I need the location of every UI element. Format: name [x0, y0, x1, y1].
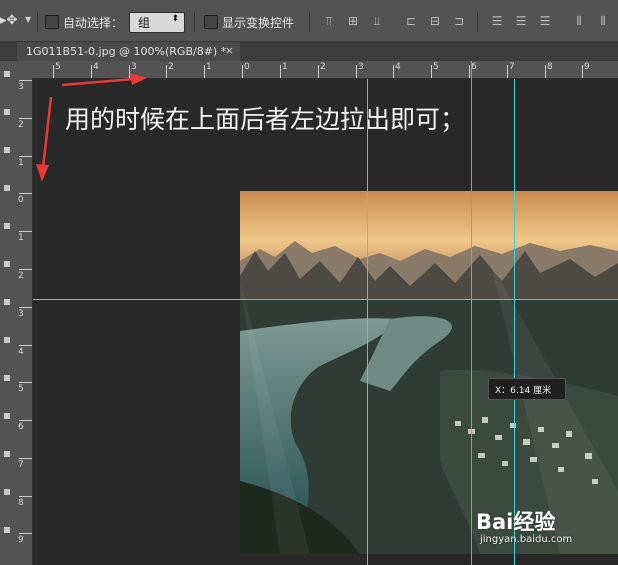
dropdown-arrows-icon: ⬍ — [171, 14, 179, 24]
vertical-guide[interactable] — [367, 79, 368, 565]
landscape-photo-art — [240, 191, 618, 554]
ruler-label: 0 — [18, 195, 24, 205]
auto-select-label: 自动选择： — [63, 16, 124, 30]
blur-tool-icon[interactable] — [4, 527, 10, 533]
distribute-vertical-center-icon[interactable]: ☰ — [514, 14, 528, 28]
document-tab-title: 1G011B51-0.jpg @ 100%(RGB/8#) * — [26, 45, 227, 58]
align-left-icon[interactable]: ⊏ — [404, 14, 418, 28]
healing-tool-icon[interactable] — [4, 299, 10, 305]
ruler-label: 1 — [18, 233, 24, 243]
eyedropper-tool-icon[interactable] — [4, 261, 10, 267]
guide-position-text: X：6.14 厘米 — [495, 386, 552, 396]
arrow-right-icon — [61, 77, 135, 87]
tool-preset-chevron-icon[interactable]: ▼ — [25, 15, 31, 24]
options-divider — [37, 12, 38, 32]
align-right-icon[interactable]: ⊐ — [452, 14, 466, 28]
ruler-tick — [19, 533, 32, 534]
ruler-label: 7 — [509, 62, 515, 72]
align-top-icon[interactable]: ⫪ — [322, 14, 336, 28]
ruler-label: 6 — [18, 422, 24, 432]
ruler-tick — [19, 496, 32, 497]
auto-select-dropdown[interactable]: 组 ⬍ — [129, 12, 185, 33]
ruler-label: 4 — [395, 62, 401, 72]
ruler-tick — [19, 269, 32, 270]
gradient-tool-icon[interactable] — [4, 489, 10, 495]
ruler-label: 5 — [433, 62, 439, 72]
align-vertical-center-icon[interactable]: ⊞ — [346, 14, 360, 28]
options-bar: ▸✥ ▼ 自动选择： 组 ⬍ 显示变换控件 ⫪ ⊞ ⫫ ⊏ ⊟ ⊐ ☰ ☰ ☰ … — [0, 0, 618, 42]
ruler-tick — [318, 65, 319, 78]
ruler-label: 7 — [18, 460, 24, 470]
crop-tool-icon[interactable] — [4, 223, 10, 229]
ruler-tick — [19, 420, 32, 421]
baidu-logo: Bai经验 — [476, 510, 556, 534]
ruler-label: 4 — [18, 347, 24, 357]
ruler-tick — [19, 345, 32, 346]
dragging-guide[interactable] — [471, 61, 472, 565]
ruler-label: 5 — [18, 384, 24, 394]
arrow-down-head-icon — [36, 164, 49, 182]
watermark-url: jingyan.baidu.com — [480, 534, 573, 545]
distribute-bottom-icon[interactable]: ☰ — [538, 14, 552, 28]
ruler-tick — [545, 65, 546, 78]
options-divider — [477, 12, 478, 32]
options-divider — [194, 12, 195, 32]
ruler-tick — [19, 458, 32, 459]
ruler-tick — [431, 65, 432, 78]
ruler-label: 1 — [282, 62, 288, 72]
document-tab[interactable]: 1G011B51-0.jpg @ 100%(RGB/8#) * × — [17, 42, 240, 61]
ruler-label: 1 — [206, 62, 212, 72]
ruler-tick — [166, 65, 167, 78]
align-bottom-icon[interactable]: ⫫ — [370, 14, 384, 28]
ruler-tick — [507, 65, 508, 78]
ruler-label: 9 — [584, 62, 590, 72]
move-tool-icon[interactable]: ▸✥ — [0, 13, 17, 28]
ruler-label: 2 — [168, 62, 174, 72]
vertical-guide[interactable] — [514, 79, 515, 565]
options-divider — [309, 12, 310, 32]
eraser-tool-icon[interactable] — [4, 451, 10, 457]
distribute-left-icon[interactable]: ⫴ — [572, 14, 586, 28]
ruler-label: 2 — [320, 62, 326, 72]
ruler-label: 3 — [18, 309, 24, 319]
auto-select-checkbox[interactable] — [45, 15, 59, 29]
show-transform-checkbox[interactable] — [204, 15, 218, 29]
ruler-label: 8 — [18, 498, 24, 508]
ruler-label: 8 — [547, 62, 553, 72]
close-tab-icon[interactable]: × — [225, 44, 234, 57]
ruler-tick — [204, 65, 205, 78]
ruler-label: 0 — [244, 62, 250, 72]
ruler-label: 2 — [18, 271, 24, 281]
ruler-label: 9 — [18, 535, 24, 545]
ruler-tick — [393, 65, 394, 78]
ruler-tick — [19, 307, 32, 308]
arrow-right-head-icon — [130, 73, 147, 85]
ruler-tick — [280, 65, 281, 78]
arrow-down-icon — [41, 96, 53, 169]
ruler-tick — [469, 65, 470, 78]
guide-position-tooltip: X：6.14 厘米 — [488, 378, 566, 400]
ruler-tick — [242, 65, 243, 78]
auto-select-value: 组 — [138, 16, 151, 30]
horizontal-guide[interactable] — [33, 299, 618, 300]
stamp-tool-icon[interactable] — [4, 375, 10, 381]
ruler-tick — [19, 382, 32, 383]
distribute-top-icon[interactable]: ☰ — [490, 14, 504, 28]
ruler-tick — [356, 65, 357, 78]
brush-tool-icon[interactable] — [4, 337, 10, 343]
ruler-tick — [582, 65, 583, 78]
landscape-photo — [240, 191, 618, 554]
ruler-label: 3 — [358, 62, 364, 72]
show-transform-label: 显示变换控件 — [222, 16, 295, 30]
align-horizontal-center-icon[interactable]: ⊟ — [428, 14, 442, 28]
history-brush-tool-icon[interactable] — [4, 413, 10, 419]
ruler-tick — [19, 231, 32, 232]
distribute-horizontal-center-icon[interactable]: ⫴ — [596, 14, 610, 28]
drag-arrows — [36, 73, 147, 182]
ruler-tick — [19, 193, 32, 194]
